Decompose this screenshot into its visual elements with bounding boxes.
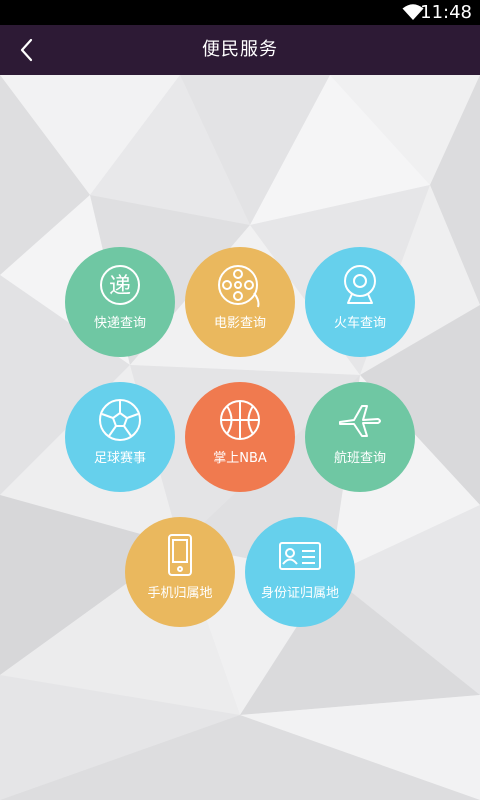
service-label: 手机归属地	[147, 586, 213, 601]
status-bar: 11:48	[0, 0, 480, 25]
webcam-icon	[344, 265, 376, 304]
service-movie-query[interactable]: 电影查询	[185, 247, 295, 357]
id-card-icon	[279, 542, 321, 570]
service-train-query[interactable]: 火车查询	[305, 247, 415, 357]
service-label: 足球赛事	[93, 451, 146, 466]
basketball-icon	[220, 400, 260, 440]
service-flight-query[interactable]: 航班查询	[305, 382, 415, 492]
soccer-ball-icon	[99, 399, 141, 441]
service-label: 身份证归属地	[260, 586, 339, 601]
service-football-events[interactable]: 足球赛事	[65, 382, 175, 492]
status-time: 11:48	[420, 2, 472, 23]
service-label: 快递查询	[93, 316, 146, 331]
service-label: 掌上NBA	[213, 451, 267, 466]
service-label: 电影查询	[213, 316, 266, 331]
mobile-phone-icon	[168, 534, 192, 576]
service-label: 航班查询	[333, 451, 386, 466]
express-delivery-glyph: 递	[109, 274, 131, 299]
page-title: 便民服务	[202, 39, 278, 60]
service-express-query[interactable]: 递 快递查询	[65, 247, 175, 357]
film-reel-icon	[218, 265, 260, 308]
service-label: 火车查询	[333, 316, 386, 331]
express-delivery-icon: 递	[100, 265, 140, 305]
title-bar: 便民服务	[0, 25, 480, 75]
service-nba[interactable]: 掌上NBA	[185, 382, 295, 492]
service-mobile-location[interactable]: 手机归属地	[125, 517, 235, 627]
airplane-icon	[339, 405, 381, 437]
service-idcard-location[interactable]: 身份证归属地	[245, 517, 355, 627]
